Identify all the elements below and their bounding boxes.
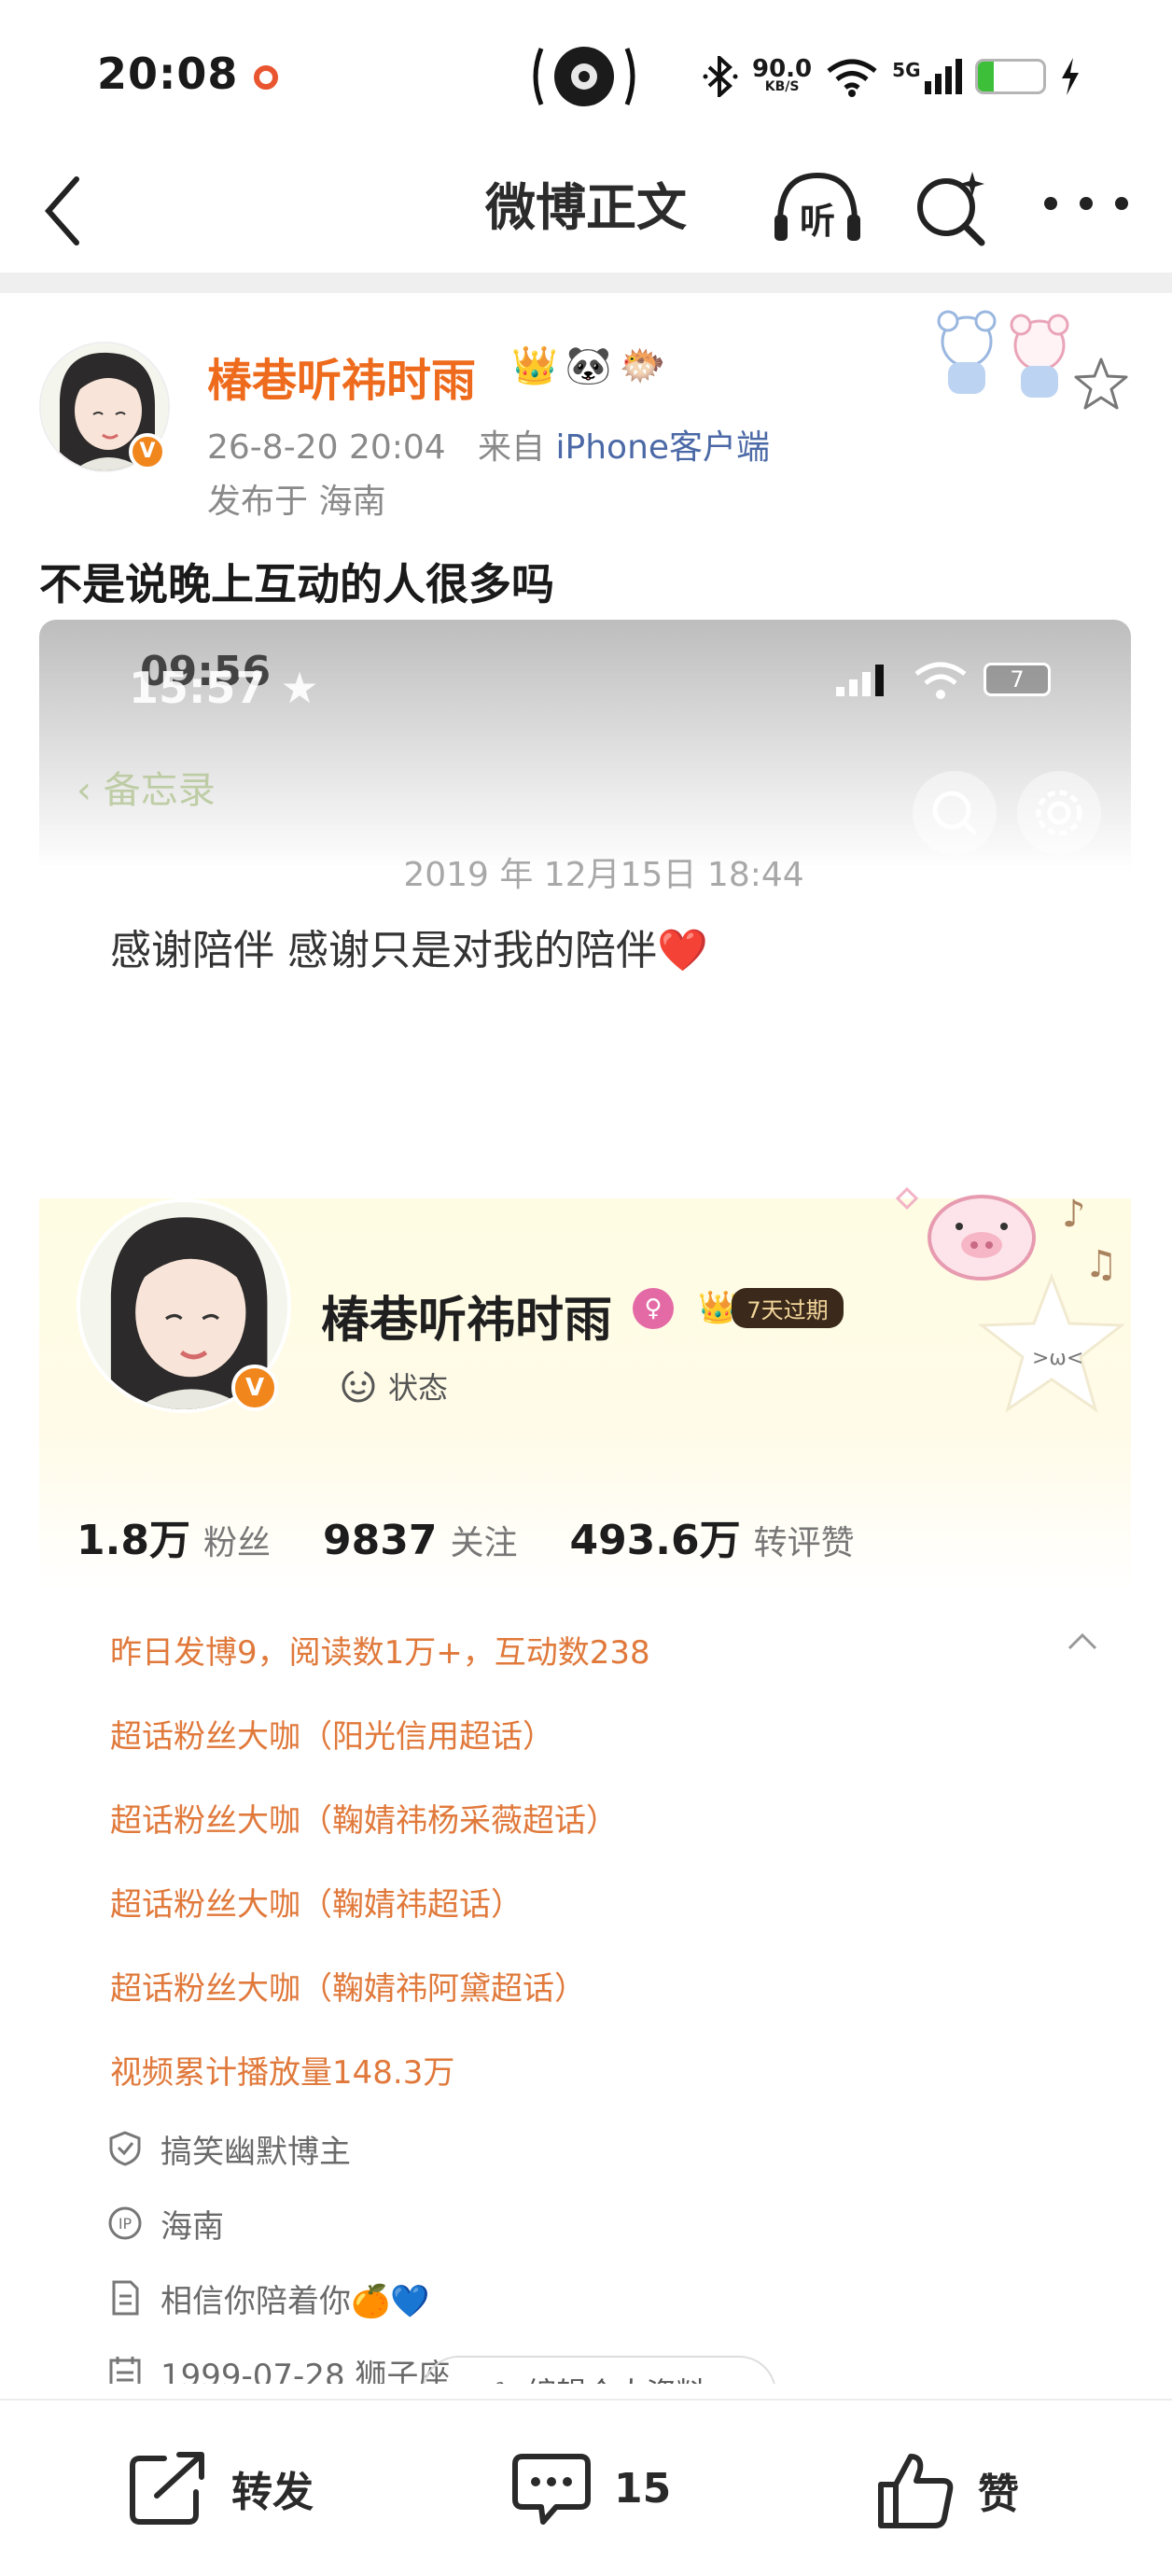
calendar-icon bbox=[109, 2357, 141, 2384]
repost-label: 转发 bbox=[231, 2469, 314, 2516]
following-count: 9837 bbox=[322, 1517, 438, 1564]
fans-label: 粉丝 bbox=[202, 1524, 271, 1562]
charging-icon bbox=[1061, 58, 1079, 95]
status-bar: 20:08 90.0 KB/S 5G 25 bbox=[0, 0, 1172, 140]
info-line: 超话粉丝大咖（鞠婧祎杨采薇超话） bbox=[110, 1801, 618, 1840]
bear-sticker-icon bbox=[937, 310, 1069, 398]
bluetooth-icon bbox=[703, 56, 738, 97]
info-line: 超话粉丝大咖（鞠婧祎阿黛超话） bbox=[110, 1969, 586, 2008]
listen-button[interactable]: 听 bbox=[771, 168, 864, 250]
like-thumb-icon bbox=[878, 2454, 954, 2528]
like-label: 赞 bbox=[978, 2471, 1019, 2518]
info-line: 超话粉丝大咖（阳光信用超话） bbox=[110, 1717, 554, 1756]
image-search-icon bbox=[932, 791, 977, 835]
vip-badge: 👑 7天过期 bbox=[698, 1284, 844, 1331]
listen-icon: 听 bbox=[774, 172, 860, 242]
image-back-label: ‹ 备忘录 bbox=[77, 769, 216, 812]
repost-button[interactable]: 转发 bbox=[127, 2449, 314, 2527]
status-right: 90.0 KB/S 5G 25 bbox=[702, 49, 1081, 105]
svg-text:IP: IP bbox=[119, 2215, 133, 2233]
image-settings-icon bbox=[1036, 790, 1082, 836]
cell-signal-icon: 5G bbox=[892, 59, 962, 94]
star-sticker-icon: >ω< bbox=[977, 1272, 1126, 1413]
recording-indicator-icon bbox=[254, 65, 278, 90]
post-timestamp: 26-8-20 20:04 bbox=[207, 428, 446, 467]
fans-count: 1.8万 bbox=[77, 1517, 190, 1564]
favorite-star-icon[interactable] bbox=[1073, 357, 1129, 411]
image-search-button bbox=[913, 771, 997, 855]
status-setting: 状态 bbox=[340, 1365, 448, 1407]
source-prefix: 来自 bbox=[478, 428, 546, 467]
status-smile-icon bbox=[342, 1369, 375, 1403]
verified-badge: V bbox=[129, 433, 166, 470]
comment-icon bbox=[512, 2454, 591, 2525]
like-button[interactable]: 赞 bbox=[873, 2449, 1019, 2531]
more-icon[interactable] bbox=[1041, 192, 1131, 215]
profile-verified-badge: V bbox=[231, 1365, 278, 1411]
info-line: 超话粉丝大咖（鞠婧祎超话） bbox=[110, 1885, 523, 1924]
info-line-bio: 相信你陪着你🍊💙 bbox=[106, 2261, 1099, 2335]
image-settings-button bbox=[1017, 771, 1101, 855]
edit-profile-button: ✎ 编辑个人资料 bbox=[422, 2356, 776, 2384]
info-line-ip: IP 海南 bbox=[106, 2186, 1099, 2261]
image-status-time-front: 15:57 ★ bbox=[129, 663, 319, 713]
svg-text:>ω<: >ω< bbox=[1032, 1347, 1083, 1370]
image-battery-icon: 7 bbox=[984, 663, 1051, 696]
post-text: 不是说晚上互动的人很多吗 bbox=[39, 559, 554, 609]
profile-stats: 1.8万 粉丝 9837 关注 493.6万 转评赞 bbox=[77, 1506, 855, 1566]
status-time: 20:08 bbox=[97, 49, 239, 99]
network-speed: 90.0 KB/S bbox=[752, 55, 813, 94]
profile-info-list: 昨日发博9，阅读数1万+，互动数238 超话粉丝大咖（阳光信用超话） 超话粉丝大… bbox=[108, 1607, 1099, 2384]
profile-card: ♪ ♫ >ω< V 椿巷听祎时雨 ♀ 👑 7天过期 状态 1.8万 粉丝 983… bbox=[39, 1186, 1131, 2384]
following-label: 关注 bbox=[450, 1524, 518, 1562]
engagement-count: 493.6万 bbox=[569, 1517, 741, 1564]
battery-percent: 25 bbox=[993, 63, 1027, 91]
note-text: 感谢陪伴 感谢只是对我的陪伴❤️ bbox=[110, 927, 708, 974]
note-date: 2019 年 12月15日 18:44 bbox=[403, 856, 804, 894]
svg-text:♪: ♪ bbox=[1062, 1193, 1086, 1236]
ip-icon: IP bbox=[108, 2206, 142, 2240]
post-meta: 26-8-20 20:04 来自 iPhone客户端 bbox=[207, 420, 770, 469]
author-badges: 👑🐼🐡 bbox=[511, 344, 674, 387]
info-line: 昨日发博9，阅读数1万+，互动数238 bbox=[110, 1633, 650, 1672]
author-name[interactable]: 椿巷听祎时雨 bbox=[207, 343, 476, 409]
svg-text:听: 听 bbox=[800, 201, 835, 242]
info-line-tag: 搞笑幽默博主 bbox=[106, 2111, 1099, 2186]
engagement-label: 转评赞 bbox=[753, 1524, 855, 1562]
doc-icon bbox=[112, 2280, 139, 2316]
dynamic-island-icon bbox=[533, 47, 635, 106]
nav-bar: 微博正文 听 bbox=[0, 140, 1172, 271]
section-divider bbox=[0, 273, 1172, 293]
ai-search-icon[interactable] bbox=[913, 168, 991, 246]
post-image[interactable]: 09:56 15:57 ★ 7 ‹ 备忘录 2019 年 12月15日 18:4… bbox=[39, 620, 1131, 2384]
page-title: 微博正文 bbox=[485, 178, 687, 237]
info-line: 视频累计播放量148.3万 bbox=[110, 2053, 455, 2092]
wifi-icon bbox=[827, 59, 877, 97]
shield-icon bbox=[109, 2131, 141, 2166]
repost-icon bbox=[130, 2452, 204, 2525]
vip-expiry: 7天过期 bbox=[732, 1287, 844, 1328]
image-wifi-icon bbox=[914, 662, 967, 699]
bottom-action-bar: 转发 15 赞 bbox=[0, 2399, 1172, 2576]
gender-icon: ♀ bbox=[633, 1288, 674, 1329]
post-location: 发布于 海南 bbox=[207, 483, 386, 521]
battery-icon: 25 bbox=[974, 59, 1046, 94]
comment-count: 15 bbox=[614, 2464, 672, 2513]
post-source[interactable]: iPhone客户端 bbox=[556, 428, 771, 467]
comment-button[interactable]: 15 bbox=[509, 2449, 671, 2527]
profile-name: 椿巷听祎时雨 bbox=[321, 1293, 613, 1349]
chevron-up-icon bbox=[1067, 1632, 1097, 1650]
image-signal-icon bbox=[836, 665, 884, 696]
